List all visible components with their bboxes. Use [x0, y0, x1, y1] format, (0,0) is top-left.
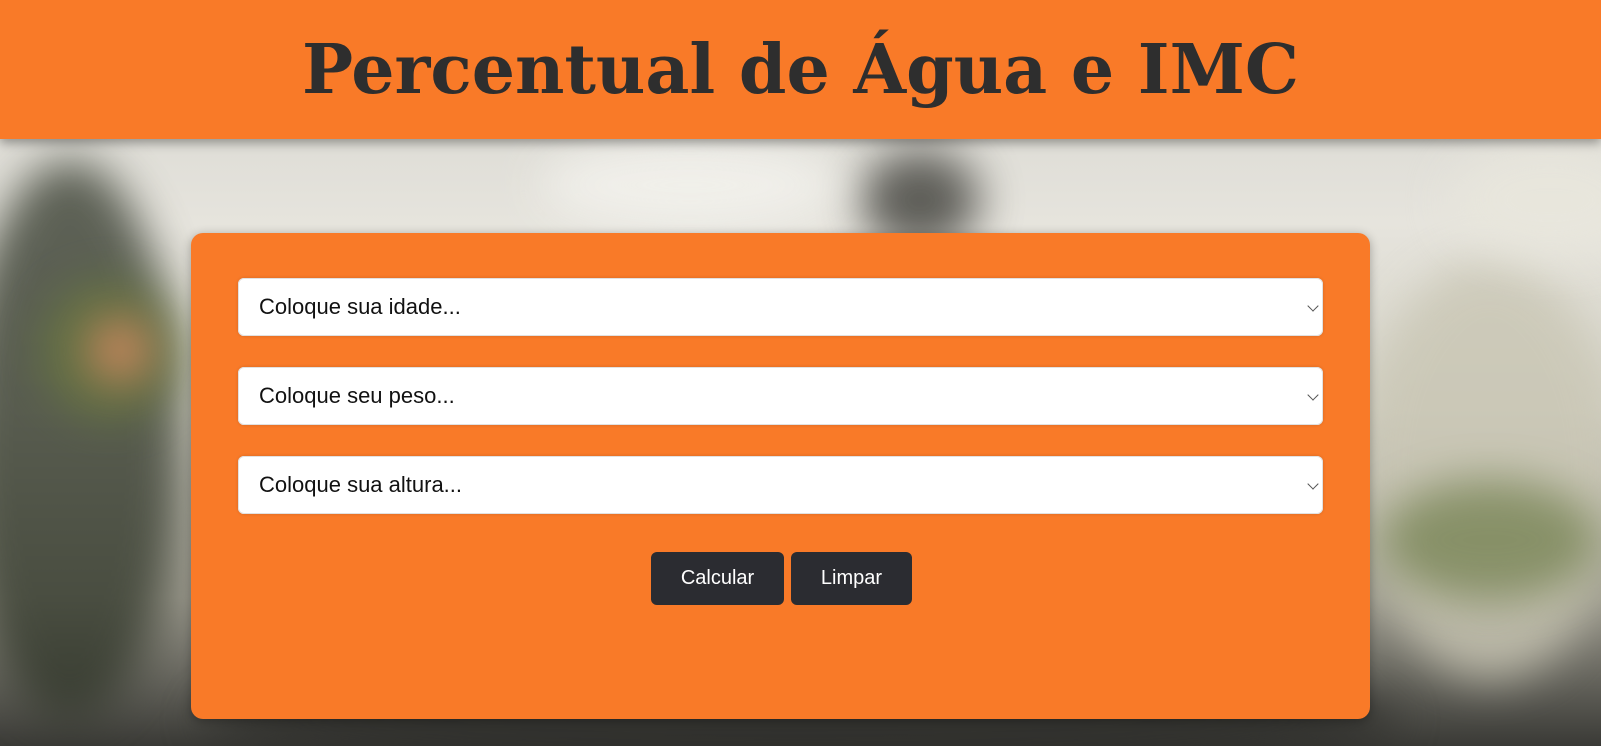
weight-select-label: Coloque seu peso...: [259, 383, 455, 408]
chevron-down-icon: [1307, 478, 1319, 490]
clear-button[interactable]: Limpar: [791, 552, 912, 605]
weight-select[interactable]: Coloque seu peso...: [238, 367, 1323, 425]
chevron-down-icon: [1307, 389, 1319, 401]
calculator-form: Coloque sua idade... Coloque seu peso...…: [191, 233, 1370, 719]
background-blur: [1360, 260, 1601, 680]
background-blur: [90, 320, 150, 380]
background-blur: [540, 140, 840, 230]
background-blur: [0, 160, 180, 720]
age-select-label: Coloque sua idade...: [259, 294, 461, 319]
background-blur: [1380, 480, 1600, 600]
background-blur: [1450, 140, 1601, 260]
age-select[interactable]: Coloque sua idade...: [238, 278, 1323, 336]
page-header: Percentual de Água e IMC: [0, 0, 1601, 139]
chevron-down-icon: [1307, 300, 1319, 312]
height-select-label: Coloque sua altura...: [259, 472, 463, 497]
page-title: Percentual de Água e IMC: [301, 29, 1300, 110]
height-select[interactable]: Coloque sua altura...: [238, 456, 1323, 514]
calculate-button[interactable]: Calcular: [651, 552, 784, 605]
